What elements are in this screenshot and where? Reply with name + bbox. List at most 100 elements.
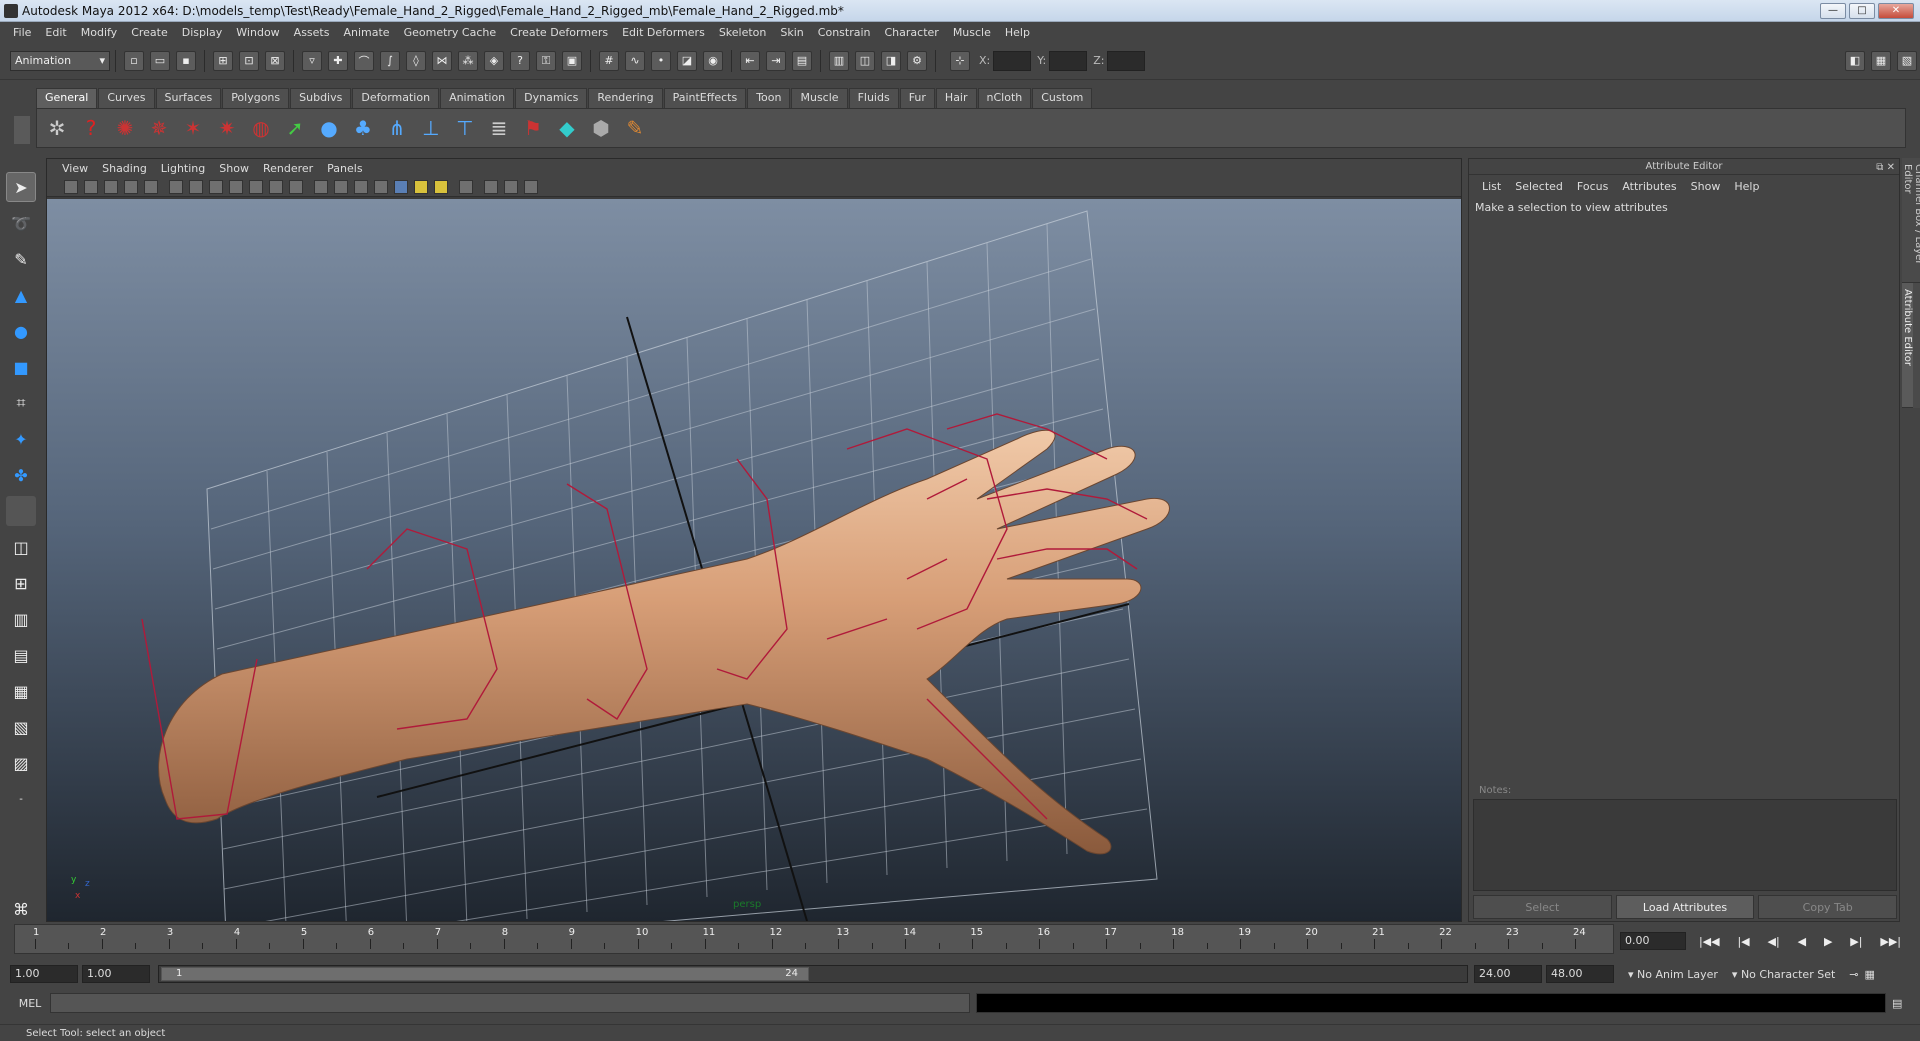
menu-display[interactable]: Display (175, 26, 230, 39)
play-forwards-icon[interactable]: ▶ (1824, 935, 1832, 948)
current-time-field[interactable]: 0.00 (1620, 932, 1686, 950)
sphere-icon[interactable]: ● (315, 114, 343, 142)
shelf-tab-dynamics[interactable]: Dynamics (515, 88, 588, 108)
film-gate-icon[interactable] (189, 179, 203, 194)
hypershade-icon[interactable]: ◍ (247, 114, 275, 142)
viewport-menu-renderer[interactable]: Renderer (256, 162, 320, 175)
lock-selection-icon[interactable]: ⚿ (536, 50, 556, 71)
smooth-shade-icon[interactable] (334, 179, 348, 194)
shadows-icon[interactable] (414, 179, 428, 194)
select-button[interactable]: Select (1473, 895, 1612, 919)
list-icon[interactable]: ≣ (485, 114, 513, 142)
extra-layout-icon[interactable]: - (6, 784, 36, 814)
close-button[interactable]: ✕ (1878, 2, 1914, 19)
shelf-tab-custom[interactable]: Custom (1032, 88, 1093, 108)
shelf-tab-curves[interactable]: Curves (98, 88, 155, 108)
select-hierarchy-icon[interactable]: ⊞ (213, 50, 233, 71)
shelf-tab-subdivs[interactable]: Subdivs (290, 88, 352, 108)
x-field[interactable] (993, 50, 1032, 71)
script-language-button[interactable]: MEL (10, 997, 50, 1010)
bend-icon[interactable]: ⊤ (451, 114, 479, 142)
go-to-end-icon[interactable]: ▶▶| (1880, 935, 1901, 948)
step-back-key-icon[interactable]: |◀ (1737, 935, 1749, 948)
step-forward-key-icon[interactable]: ▶| (1850, 935, 1862, 948)
attr-menu-help[interactable]: Help (1727, 180, 1766, 193)
single-perspective-layout-icon[interactable]: ◫ (6, 532, 36, 562)
select-object-icon[interactable]: ⊡ (239, 50, 259, 71)
help-icon[interactable]: ? (77, 114, 105, 142)
menu-skeleton[interactable]: Skeleton (712, 26, 774, 39)
animation-end-field[interactable]: 48.00 (1546, 965, 1614, 983)
shelf-menu-icon[interactable] (14, 116, 30, 144)
menu-window[interactable]: Window (229, 26, 286, 39)
channel-box-icon[interactable]: ▧ (1897, 50, 1917, 71)
character-icon[interactable]: ⚑ (519, 114, 547, 142)
y-field[interactable] (1049, 50, 1088, 71)
xray-joints-icon[interactable] (484, 179, 498, 194)
image-plane-icon[interactable] (104, 179, 118, 194)
select-handles-icon[interactable]: ✚ (328, 50, 348, 71)
maximize-button[interactable]: □ (1849, 2, 1875, 19)
menu-help[interactable]: Help (998, 26, 1037, 39)
playback-start-field[interactable]: 1.00 (82, 965, 150, 983)
isolate-select-icon[interactable] (459, 179, 473, 194)
menu-skin[interactable]: Skin (773, 26, 810, 39)
shelf-tab-muscle[interactable]: Muscle (791, 88, 848, 108)
go-to-start-icon[interactable]: |◀◀ (1699, 935, 1720, 948)
load-attributes-button[interactable]: Load Attributes (1615, 895, 1755, 919)
shelf-tab-animation[interactable]: Animation (440, 88, 515, 108)
shelf-tab-rendering[interactable]: Rendering (588, 88, 663, 108)
paint-icon[interactable]: ⬢ (587, 114, 615, 142)
step-back-frame-icon[interactable]: ◀| (1768, 935, 1780, 948)
menu-file[interactable]: File (6, 26, 38, 39)
command-input[interactable] (50, 993, 970, 1013)
copy-tab-button[interactable]: Copy Tab (1758, 895, 1898, 919)
snap-view-plane-icon[interactable]: ◪ (677, 50, 697, 71)
select-misc-icon[interactable]: ? (510, 50, 530, 71)
universal-manipulator-icon[interactable]: ⌗ (6, 388, 36, 418)
safe-title-icon[interactable] (289, 179, 303, 194)
output-ops-icon[interactable]: ⇥ (766, 50, 786, 71)
range-slider[interactable]: 1 24 (158, 965, 1468, 983)
tab-channel-box[interactable]: Channel Box / Layer Editor (1902, 158, 1920, 283)
open-scene-icon[interactable]: ▭ (150, 50, 170, 71)
attr-menu-show[interactable]: Show (1684, 180, 1728, 193)
anim-layer-dropdown[interactable]: ▾ No Anim Layer (1628, 968, 1718, 981)
redo-icon[interactable]: ➚ (281, 114, 309, 142)
snap-grid-icon[interactable]: # (599, 50, 619, 71)
select-joints-icon[interactable]: ⌒ (354, 50, 374, 71)
attr-menu-list[interactable]: List (1475, 180, 1508, 193)
menu-animate[interactable]: Animate (336, 26, 396, 39)
wireframe-icon[interactable] (314, 179, 328, 194)
lasso-tool-icon[interactable]: ➰ (6, 208, 36, 238)
rotate-tool-icon[interactable]: ● (6, 316, 36, 346)
time-slider[interactable]: 1 2 3 4 5 6 7 8 9 10 11 12 13 14 15 16 17 18 19 20 21 22 23 24 (14, 924, 1614, 954)
transform-mode-icon[interactable]: ⊹ (950, 50, 970, 71)
cluster-icon[interactable]: ♣ (349, 114, 377, 142)
hud-icon[interactable] (524, 179, 538, 194)
camera-attributes-icon[interactable] (64, 179, 78, 194)
menu-modify[interactable]: Modify (74, 26, 124, 39)
show-manipulator-icon[interactable]: ✤ (6, 460, 36, 490)
script-editor-icon[interactable]: ▤ (1892, 997, 1902, 1010)
minimize-button[interactable]: — (1820, 2, 1846, 19)
viewport-menu-view[interactable]: View (55, 162, 95, 175)
attr-menu-attributes[interactable]: Attributes (1615, 180, 1683, 193)
snap-curve-icon[interactable]: ∿ (625, 50, 645, 71)
grid-icon[interactable] (169, 179, 183, 194)
camera-bookmark-icon[interactable] (84, 179, 98, 194)
shelf-tab-hair[interactable]: Hair (935, 88, 977, 108)
render-current-icon[interactable]: ◫ (855, 50, 875, 71)
notes-textarea[interactable] (1473, 799, 1897, 891)
shelf-tab-deformation[interactable]: Deformation (352, 88, 440, 108)
soft-mod-tool-icon[interactable]: ✦ (6, 424, 36, 454)
two-d-pan-icon[interactable] (124, 179, 138, 194)
construction-history-icon[interactable]: ▤ (792, 50, 812, 71)
brush-icon[interactable]: ✎ (621, 114, 649, 142)
last-tool-icon[interactable] (6, 496, 36, 526)
graph-editor-layout-icon[interactable]: ▤ (6, 640, 36, 670)
render-view-icon[interactable]: ▥ (829, 50, 849, 71)
shelf-tab-general[interactable]: General (36, 88, 98, 108)
menu-edit-deformers[interactable]: Edit Deformers (615, 26, 712, 39)
play-backwards-icon[interactable]: ◀ (1798, 935, 1806, 948)
